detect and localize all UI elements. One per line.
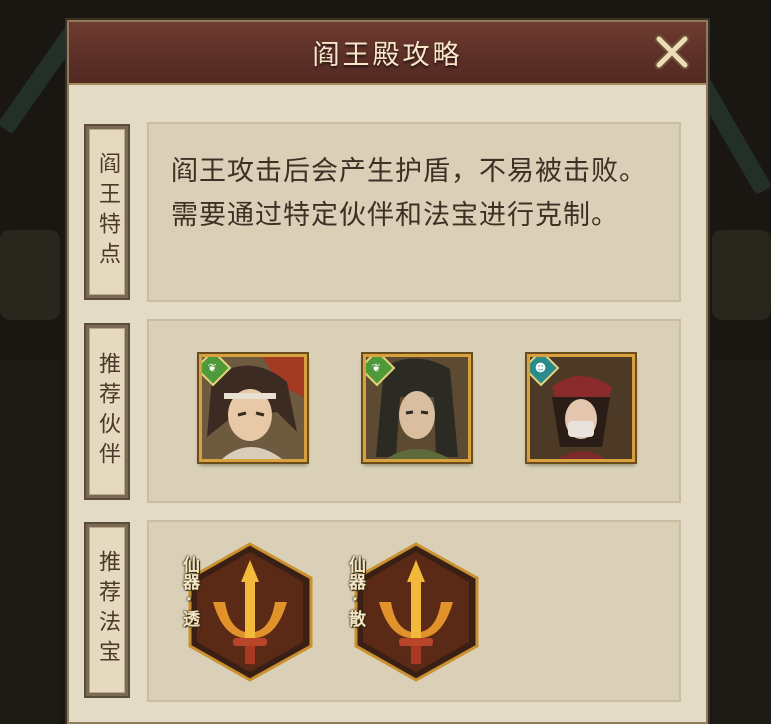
treasures-panel: 仙器·透 仙器·散 [147,520,681,702]
golden-trident-icon [188,542,313,682]
treasure-card-1[interactable]: 仙器·透 [179,542,318,682]
partners-label: 推荐伙伴 [95,351,120,472]
leaf-icon: ❦ [372,361,382,375]
section-label-treasures: 推荐法宝 [84,522,130,698]
golden-trident-icon [354,542,479,682]
partner-card-3[interactable]: ☻ [527,354,635,462]
leaf-icon: ❦ [208,361,218,375]
dialog-title: 阎王殿攻略 [312,40,463,71]
section-label-partners: 推荐伙伴 [84,323,130,500]
treasure-1-tag: 仙器·透 [179,556,199,627]
treasures-label: 推荐法宝 [95,550,120,670]
strategy-dialog: 阎王殿攻略 阎王特点 阎王攻击后会产生护盾，不易被击败。需要通过特定伙伴和法宝进… [67,20,708,724]
features-description: 阎王攻击后会产生护盾，不易被击败。需要通过特定伙伴和法宝进行克制。 [171,156,647,231]
close-button[interactable] [652,32,692,72]
demon-mask-icon: ☻ [535,361,547,375]
partner-card-1[interactable]: ❦ [199,354,307,462]
features-label: 阎王特点 [95,152,120,272]
partners-panel: ❦ ❦ ☻ [147,319,681,503]
features-panel: 阎王攻击后会产生护盾，不易被击败。需要通过特定伙伴和法宝进行克制。 [147,122,681,302]
section-label-features: 阎王特点 [84,124,130,300]
dialog-title-bar: 阎王殿攻略 [69,22,706,85]
close-x-icon [654,34,690,70]
treasure-card-2[interactable]: 仙器·散 [345,542,484,682]
partner-card-2[interactable]: ❦ [363,354,471,462]
treasure-2-tag: 仙器·散 [345,556,365,627]
